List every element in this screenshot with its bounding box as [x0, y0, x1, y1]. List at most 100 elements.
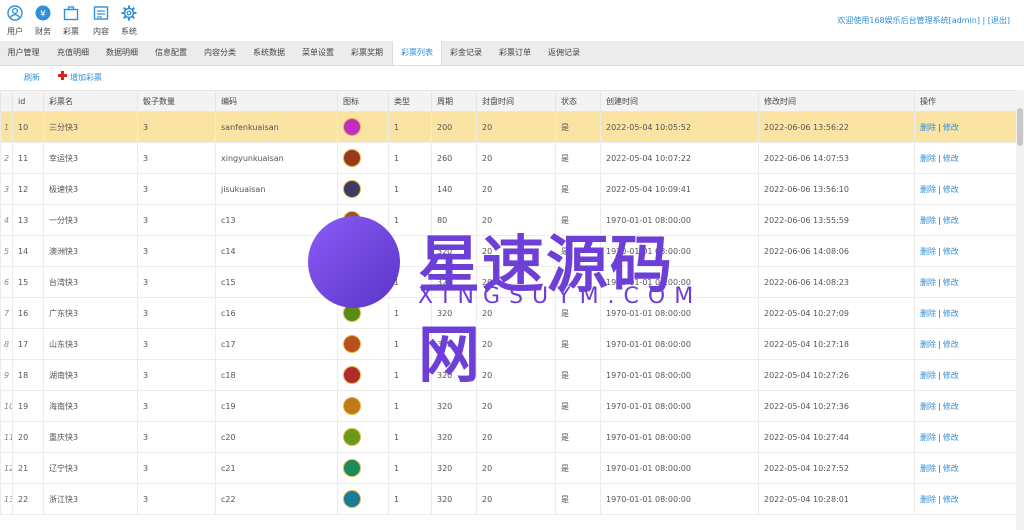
edit-link[interactable]: 修改	[943, 278, 959, 287]
col-header-modified[interactable]: 修改时间	[758, 90, 915, 112]
cell-status: 是	[555, 297, 601, 329]
edit-link[interactable]: 修改	[943, 495, 959, 504]
delete-link[interactable]: 删除	[920, 464, 936, 473]
delete-link[interactable]: 删除	[920, 309, 936, 318]
edit-link[interactable]: 修改	[943, 247, 959, 256]
tab-menu-settings[interactable]: 菜单设置	[294, 41, 342, 65]
delete-link[interactable]: 删除	[920, 433, 936, 442]
cell-created: 1970-01-01 08:00:00	[600, 297, 759, 329]
col-header-type[interactable]: 类型	[388, 90, 432, 112]
table-row[interactable]: 6 15 台湾快3 3 c15 1 320 20 是 1970-01-01 08:00:00 202…	[0, 266, 1017, 298]
cell-name: 湖南快3	[43, 359, 138, 391]
delete-link[interactable]: 删除	[920, 247, 936, 256]
col-header-name[interactable]: 彩票名	[43, 90, 138, 112]
cell-actions: 删除 | 修改	[914, 297, 1017, 329]
cell-modified: 2022-05-04 10:27:52	[758, 452, 915, 484]
edit-link[interactable]: 修改	[943, 402, 959, 411]
nav-label: 内容	[93, 27, 109, 36]
nav-lottery[interactable]: 彩票	[56, 5, 86, 37]
delete-link[interactable]: 删除	[920, 278, 936, 287]
cell-type: 1	[388, 111, 432, 143]
action-separator: |	[938, 215, 941, 225]
cell-close-time: 20	[476, 359, 556, 391]
table-row[interactable]: 1019海南快33c19 132020是1970-01-01 08:00:0020…	[0, 390, 1017, 422]
table-row[interactable]: 1 10 三分快3 3 sanfenkuaisan 1 200 20 是 2022-05-04 1…	[0, 111, 1017, 143]
delete-link[interactable]: 删除	[920, 495, 936, 504]
cell-close-time: 20	[476, 328, 556, 360]
cell-modified: 2022-05-04 10:28:01	[758, 483, 915, 515]
edit-link[interactable]: 修改	[943, 154, 959, 163]
nav-content[interactable]: 内容	[86, 5, 116, 37]
tab-info-config[interactable]: 信息配置	[147, 41, 195, 65]
table-row[interactable]: 1120重庆快33c20132020是1970-01-01 08:00:0020…	[0, 421, 1017, 453]
delete-link[interactable]: 删除	[920, 123, 936, 132]
col-header-created[interactable]: 创建时间	[600, 90, 759, 112]
cell-actions: 删除 | 修改	[914, 142, 1017, 174]
action-separator: |	[938, 432, 941, 442]
edit-link[interactable]: 修改	[943, 464, 959, 473]
cell-close-time: 20	[476, 297, 556, 329]
col-header-code[interactable]: 编码	[215, 90, 338, 112]
tab-recharge[interactable]: 充值明细	[49, 41, 97, 65]
cell-type: 1	[388, 452, 432, 484]
nav-finance[interactable]: ¥ 财务	[28, 5, 58, 37]
table-row[interactable]: 8 17 山东快3 3 c17 1 320 20 是 1970-01-01 08:00:00 202…	[0, 328, 1017, 360]
cell-code: c17	[215, 328, 338, 360]
delete-link[interactable]: 删除	[920, 185, 936, 194]
edit-link[interactable]: 修改	[943, 309, 959, 318]
lottery-badge-icon	[343, 366, 361, 384]
edit-link[interactable]: 修改	[943, 371, 959, 380]
col-header-period[interactable]: 周期	[431, 90, 477, 112]
table-row[interactable]: 1221辽宁快33c21 132020是1970-01-01 08:00:0020…	[0, 452, 1017, 484]
tab-rebate-records[interactable]: 返佣记录	[540, 41, 588, 65]
vertical-scrollbar[interactable]	[1016, 90, 1024, 530]
cell-icon	[337, 142, 389, 174]
cell-rownum: 13	[0, 483, 13, 515]
tab-lottery-list[interactable]: 彩票列表	[392, 41, 442, 65]
cell-id: 18	[12, 359, 44, 391]
edit-link[interactable]: 修改	[943, 123, 959, 132]
tab-user-management[interactable]: 用户管理	[0, 41, 47, 65]
table-row[interactable]: 2 11 幸运快3 3 xingyunkuaisan 1 260 20 是 2022-05-04 …	[0, 142, 1017, 174]
tab-bonus-records[interactable]: 彩金记录	[442, 41, 490, 65]
col-header-dice[interactable]: 骰子数量	[137, 90, 216, 112]
cell-actions: 删除 | 修改	[914, 173, 1017, 205]
delete-link[interactable]: 删除	[920, 340, 936, 349]
cell-created: 1970-01-01 08:00:00	[600, 204, 759, 236]
nav-user[interactable]: 用户	[0, 5, 30, 37]
tab-lottery-draws[interactable]: 彩票奖期	[343, 41, 391, 65]
edit-link[interactable]: 修改	[943, 216, 959, 225]
table-row[interactable]: 4 13 一分快3 3 c13 1 80 20 是 1970-01-01 08:00:00 2022…	[0, 204, 1017, 236]
edit-link[interactable]: 修改	[943, 433, 959, 442]
document-icon	[93, 6, 109, 20]
table-row[interactable]: 7 16 广东快3 3 c16 1 320 20 是 1970-01-01 08:00:00 202…	[0, 297, 1017, 329]
lottery-table: id 彩票名 骰子数量 编码 图标 类型 周期 封盘时间 状态 创建时间 修改时…	[0, 90, 1017, 515]
add-lottery-button[interactable]: 增加彩票	[70, 72, 102, 83]
table-row[interactable]: 5 14 澳洲快3 3 c14 1 320 20 是 1970-01-01 08:00:00 202…	[0, 235, 1017, 267]
table-row[interactable]: 3 12 极速快3 3 jisukuaisan 1 140 20 是 2022-05-04 10:…	[0, 173, 1017, 205]
col-header-icon[interactable]: 图标	[337, 90, 389, 112]
scrollbar-thumb[interactable]	[1017, 108, 1023, 146]
delete-link[interactable]: 删除	[920, 402, 936, 411]
cell-id: 14	[12, 235, 44, 267]
col-header-id[interactable]: id	[12, 90, 44, 112]
table-row[interactable]: 1322浙江快33c22 132020是1970-01-01 08:00:0020…	[0, 483, 1017, 515]
tab-data-detail[interactable]: 数据明细	[98, 41, 146, 65]
edit-link[interactable]: 修改	[943, 340, 959, 349]
cell-period: 320	[431, 390, 477, 422]
tab-lottery-orders[interactable]: 彩票订单	[491, 41, 539, 65]
lottery-badge-icon	[343, 118, 361, 136]
edit-link[interactable]: 修改	[943, 185, 959, 194]
tab-content-category[interactable]: 内容分类	[196, 41, 244, 65]
col-header-close-time[interactable]: 封盘时间	[476, 90, 556, 112]
delete-link[interactable]: 删除	[920, 371, 936, 380]
tab-system-data[interactable]: 系统数据	[245, 41, 293, 65]
cell-dice: 3	[137, 235, 216, 267]
delete-link[interactable]: 删除	[920, 216, 936, 225]
logout-link[interactable]: [退出]	[988, 16, 1010, 25]
table-row[interactable]: 9 18 湖南快3 3 c18 1 320 20 是 1970-01-01 08:00:00 202…	[0, 359, 1017, 391]
delete-link[interactable]: 删除	[920, 154, 936, 163]
nav-system[interactable]: 系统	[114, 5, 144, 37]
col-header-status[interactable]: 状态	[555, 90, 601, 112]
refresh-button[interactable]: 刷新	[24, 72, 40, 83]
